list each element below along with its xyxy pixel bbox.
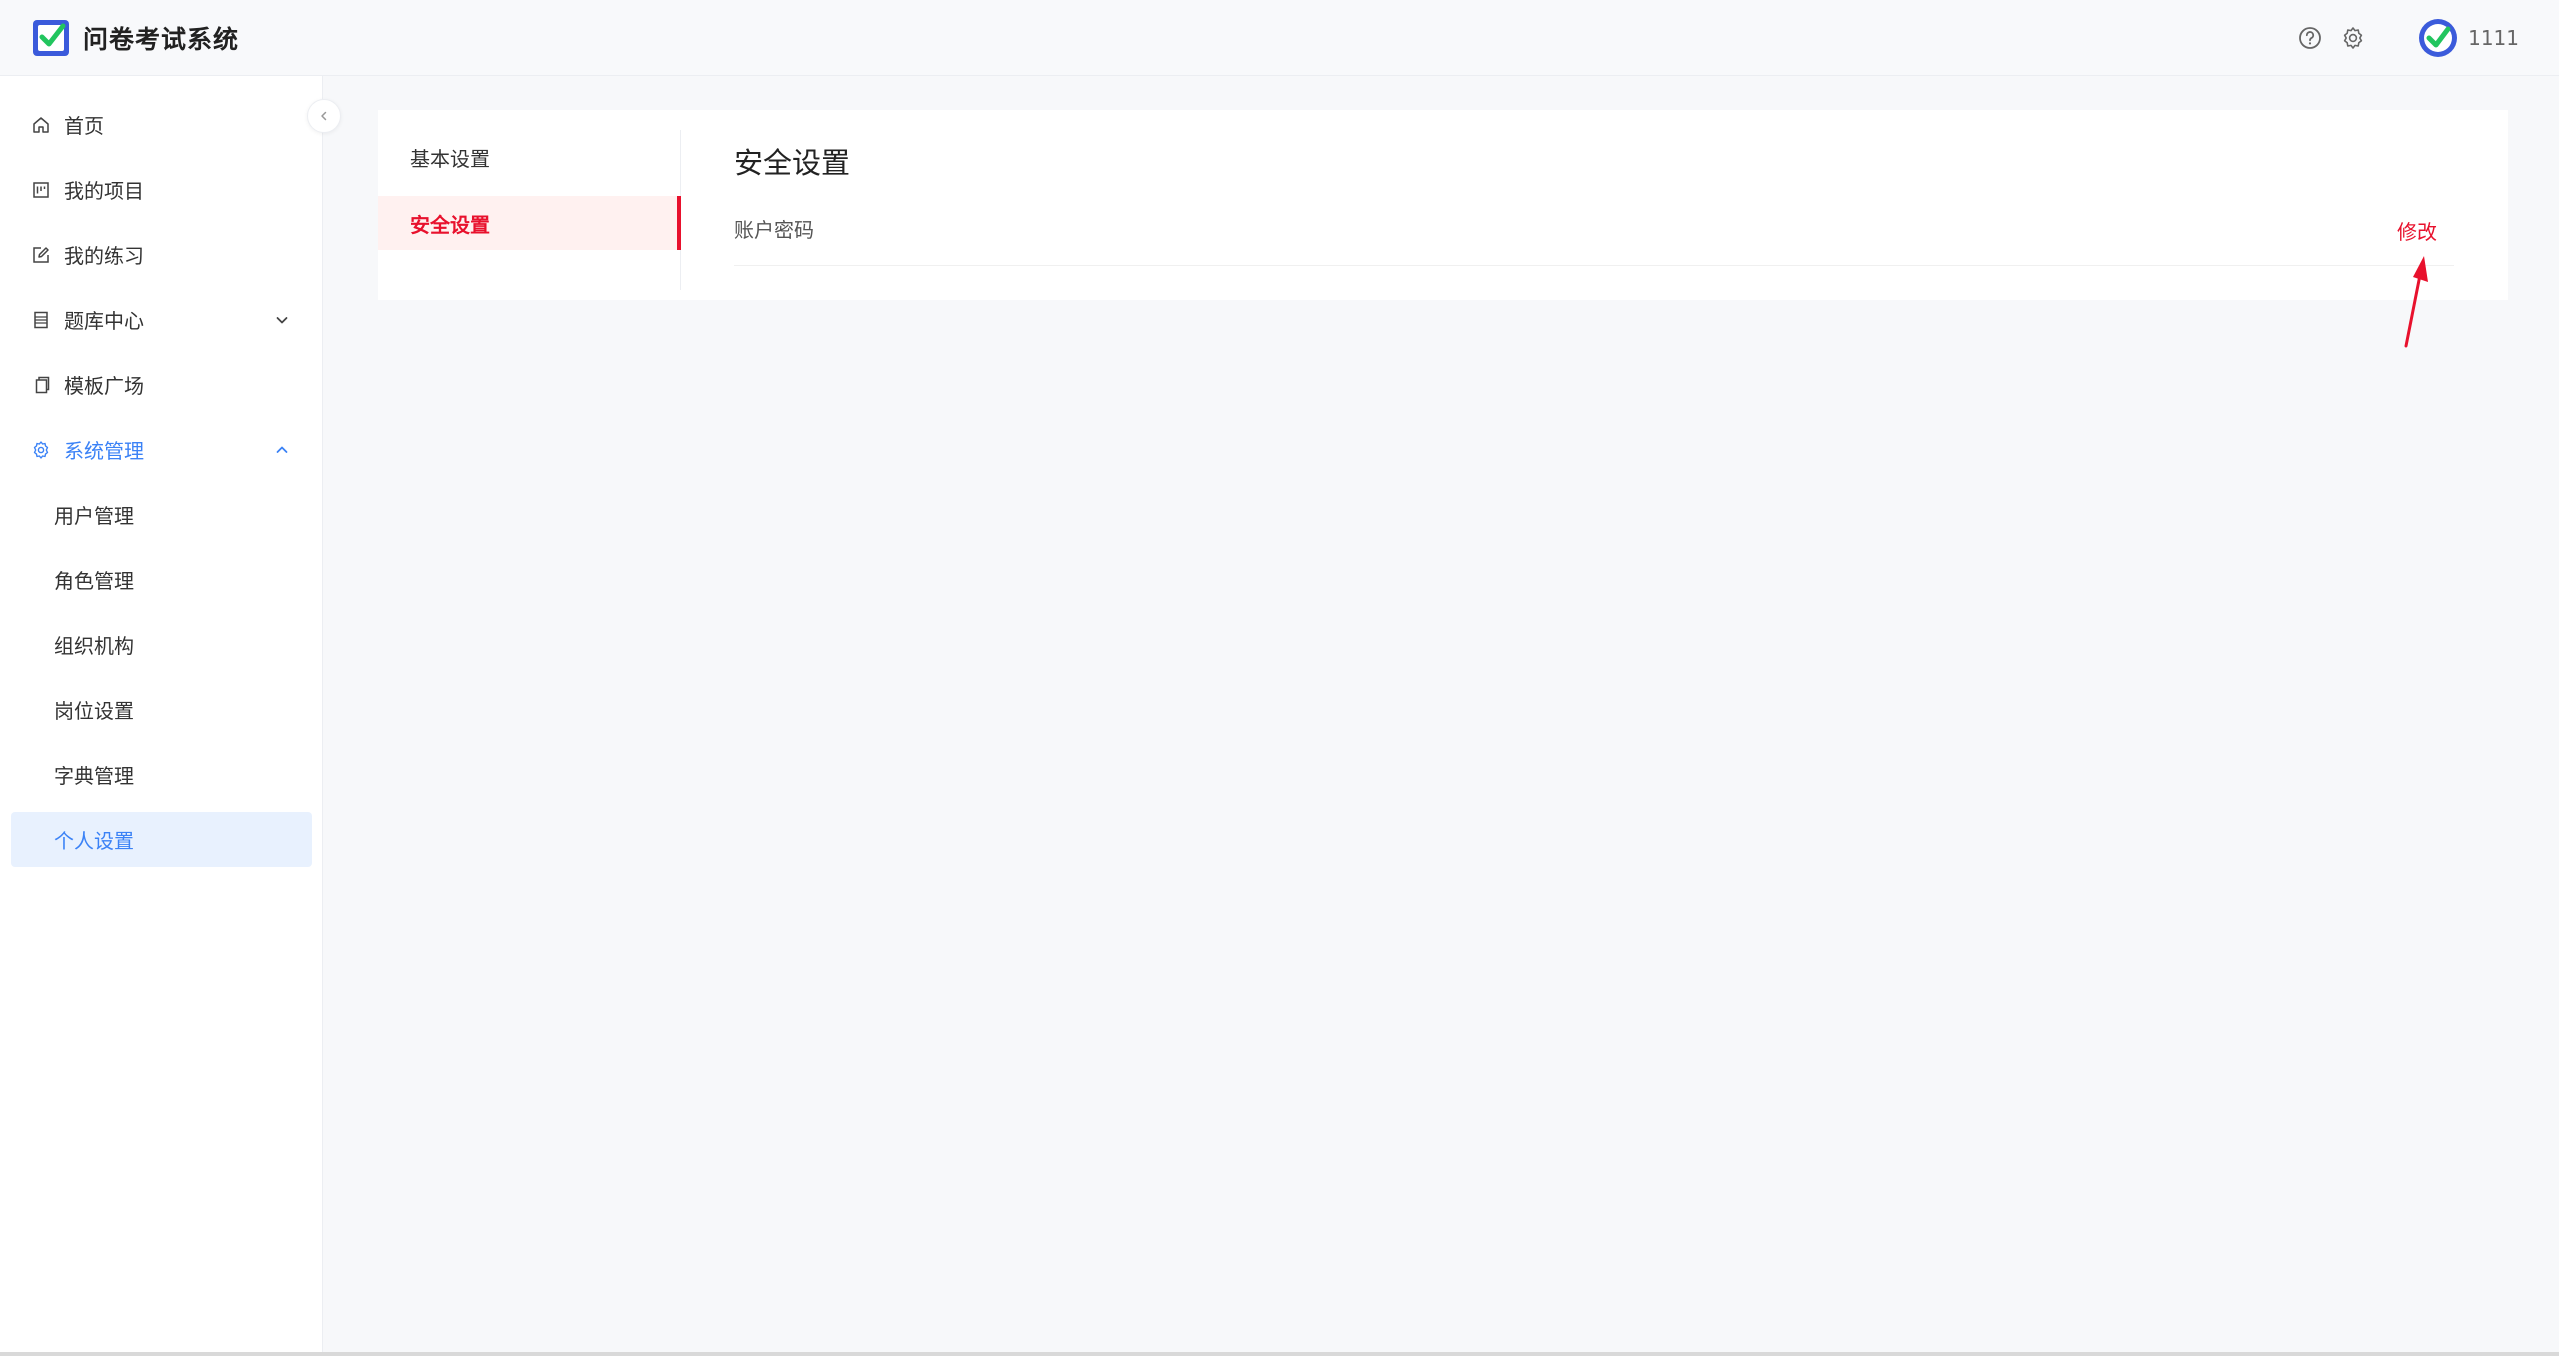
sidebar-item-label: 首页	[64, 114, 104, 138]
sidebar-subitem-organization[interactable]: 组织机构	[11, 617, 312, 672]
username[interactable]: 1111	[2468, 26, 2519, 50]
chevron-left-icon	[321, 111, 327, 121]
settings-content: 安全设置 账户密码 修改	[734, 110, 2454, 300]
app-title: 问卷考试系统	[83, 25, 240, 54]
brand[interactable]: 问卷考试系统	[31, 18, 239, 58]
edit-icon	[33, 246, 49, 263]
settings-tabs: 基本设置 安全设置	[378, 130, 681, 290]
settings-card: 基本设置 安全设置 安全设置 账户密码 修改	[378, 110, 2508, 300]
sidebar-item-home[interactable]: 首页	[11, 97, 312, 152]
sidebar-item-label: 系统管理	[64, 439, 144, 463]
question-circle-icon[interactable]	[2297, 25, 2323, 51]
sidebar-collapse-button[interactable]	[307, 99, 341, 133]
settings-row-account-password: 账户密码 修改	[734, 200, 2454, 266]
sidebar: 首页 我的项目 我的练习 题库中心 模板广场 系统管理 用户管理 角色管理 组织…	[0, 76, 323, 1352]
list-icon	[34, 311, 48, 328]
sidebar-subitem-dictionary-management[interactable]: 字典管理	[11, 747, 312, 802]
home-icon	[33, 116, 49, 133]
header-tools: 1111	[2297, 18, 2519, 58]
sidebar-menu: 首页 我的项目 我的练习 题库中心 模板广场 系统管理 用户管理 角色管理 组织…	[0, 97, 323, 877]
row-label: 账户密码	[734, 218, 814, 242]
sidebar-subitem-personal-settings[interactable]: 个人设置	[11, 812, 312, 867]
check-square-icon	[33, 20, 69, 56]
gear-icon	[33, 440, 49, 459]
sidebar-item-label: 我的练习	[64, 244, 144, 268]
top-header: 问卷考试系统 1111	[0, 0, 2559, 76]
sidebar-item-my-practice[interactable]: 我的练习	[11, 227, 312, 282]
sidebar-subitem-user-management[interactable]: 用户管理	[11, 487, 312, 542]
sidebar-item-label: 我的项目	[64, 179, 144, 203]
section-title: 安全设置	[734, 146, 851, 180]
bottom-divider	[0, 1352, 2559, 1356]
sidebar-item-system-management[interactable]: 系统管理	[11, 422, 312, 477]
chevron-up-icon	[276, 446, 288, 453]
avatar[interactable]	[2418, 18, 2458, 58]
project-icon	[33, 181, 49, 198]
sidebar-item-question-bank[interactable]: 题库中心	[11, 292, 312, 347]
sidebar-item-label: 角色管理	[54, 569, 134, 593]
annotation-arrow-icon	[2404, 256, 2428, 348]
modify-password-link[interactable]: 修改	[2397, 216, 2437, 245]
sidebar-item-label: 岗位设置	[54, 699, 134, 723]
sidebar-subitem-role-management[interactable]: 角色管理	[11, 552, 312, 607]
sidebar-item-label: 组织机构	[54, 634, 134, 658]
gear-icon[interactable]	[2340, 25, 2366, 51]
sidebar-item-template-plaza[interactable]: 模板广场	[11, 357, 312, 412]
sidebar-item-label: 个人设置	[54, 829, 134, 853]
sidebar-item-my-projects[interactable]: 我的项目	[11, 162, 312, 217]
tab-security-settings[interactable]: 安全设置	[378, 196, 681, 250]
sidebar-item-label: 用户管理	[54, 504, 134, 528]
sidebar-item-label: 字典管理	[54, 764, 134, 788]
chevron-down-icon	[276, 316, 288, 323]
sidebar-item-label: 题库中心	[64, 309, 144, 333]
tab-basic-settings[interactable]: 基本设置	[378, 130, 681, 184]
sidebar-item-label: 模板广场	[64, 374, 144, 398]
copy-icon	[35, 376, 50, 393]
sidebar-subitem-position-settings[interactable]: 岗位设置	[11, 682, 312, 737]
